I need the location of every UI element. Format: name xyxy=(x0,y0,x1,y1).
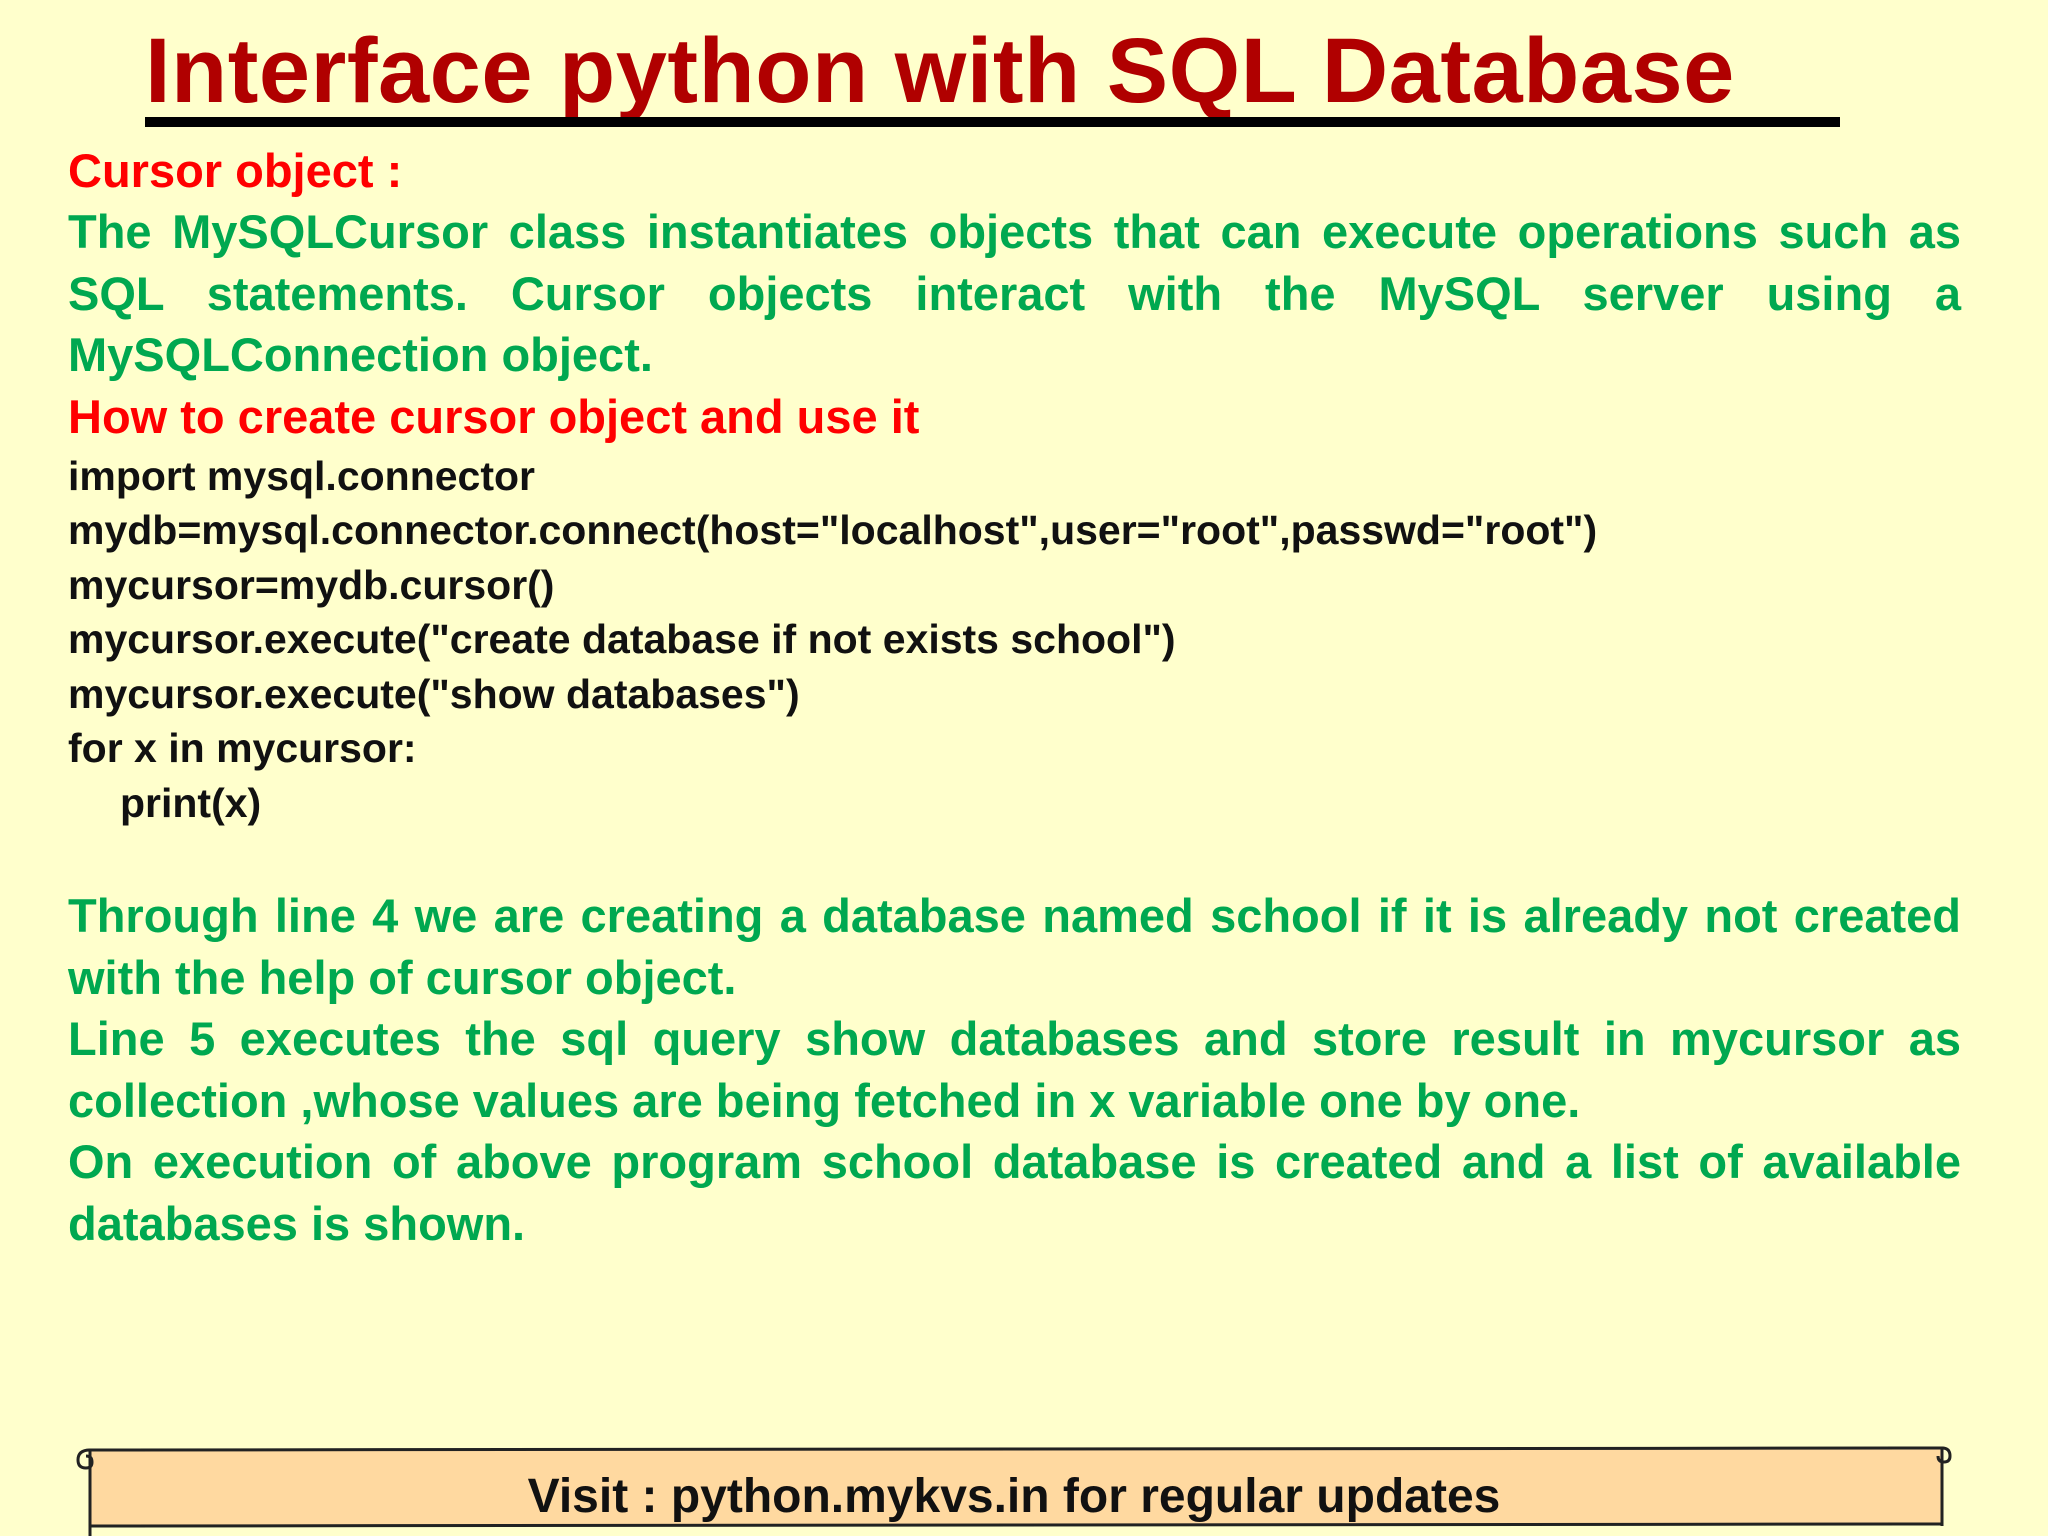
howto-heading: How to create cursor object and use it xyxy=(68,389,920,443)
footer-text: Visit : python.mykvs.in for regular upda… xyxy=(527,1470,1501,1523)
footer-banner: Visit : python.mykvs.in for regular upda… xyxy=(76,1442,1952,1536)
code-line-3: mycursor=mydb.cursor() xyxy=(68,561,555,608)
code-line-4: mycursor.execute("create database if not… xyxy=(68,616,1176,662)
code-block: import mysql.connector mydb=mysql.connec… xyxy=(68,449,1961,831)
code-line-5: mycursor.execute("show databases") xyxy=(68,670,800,717)
code-line-1: import mysql.connector xyxy=(68,452,536,499)
title-underline xyxy=(145,117,1840,127)
cursor-object-heading: Cursor object : xyxy=(68,144,403,197)
cursor-object-description: The MySQLCursor class instantiates objec… xyxy=(68,205,1961,381)
slide-title: Interface python with SQL Database xyxy=(145,20,1735,122)
explanation-result: On execution of above program school dat… xyxy=(68,1135,1961,1250)
explanation-line4: Through line 4 we are creating a databas… xyxy=(68,889,1961,1004)
slide-content: Cursor object : The MySQLCursor class in… xyxy=(68,140,1961,1254)
code-line-2: mydb=mysql.connector.connect(host="local… xyxy=(68,507,1598,553)
explanation-line5: Line 5 executes the sql query show datab… xyxy=(68,1012,1961,1127)
code-line-7: print(x) xyxy=(120,779,262,826)
code-line-6: for x in mycursor: xyxy=(68,725,417,771)
